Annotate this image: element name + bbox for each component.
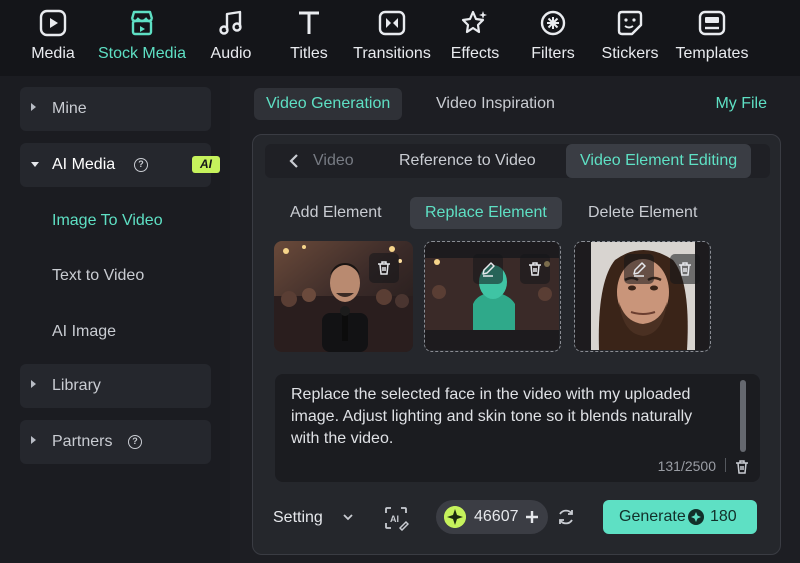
template-icon: [697, 8, 727, 38]
replace-element-button[interactable]: Replace Element: [410, 197, 562, 229]
edit-pencil-icon[interactable]: [473, 254, 503, 284]
video-thumbnail[interactable]: [274, 241, 413, 352]
svg-text:AI: AI: [390, 514, 399, 524]
toolbar-stickers[interactable]: Stickers: [601, 0, 659, 76]
sidebar-item-partners[interactable]: Partners ?: [20, 420, 211, 464]
chevron-down-icon[interactable]: [342, 511, 354, 523]
trash-icon[interactable]: [670, 254, 700, 284]
sidebar-item-ai-image[interactable]: AI Image: [52, 323, 116, 341]
ai-badge: AI: [192, 156, 220, 173]
generate-button[interactable]: Generate 180: [603, 500, 757, 534]
toolbar-media[interactable]: Media: [30, 0, 76, 76]
caret-right-icon: [31, 103, 36, 111]
setting-dropdown[interactable]: Setting: [273, 509, 323, 527]
add-element-button[interactable]: Add Element: [275, 197, 397, 229]
toolbar-audio[interactable]: Audio: [208, 0, 254, 76]
filter-icon: [538, 8, 568, 38]
chevron-left-icon[interactable]: [289, 154, 299, 168]
plus-icon[interactable]: [524, 509, 540, 525]
sidebar-item-ai-media[interactable]: AI Media ? AI: [20, 143, 220, 187]
left-sidebar: Mine AI Media ? AI Image To Video Text t…: [0, 76, 230, 563]
tab-video-element-editing[interactable]: Video Element Editing: [566, 144, 752, 178]
sidebar-item-mine[interactable]: Mine: [20, 87, 211, 131]
generation-card: Video Reference to Video Video Element E…: [252, 134, 781, 555]
divider: [725, 458, 726, 472]
transition-icon: [377, 8, 407, 38]
caret-right-icon: [31, 436, 36, 444]
prompt-text: Replace the selected face in the video w…: [291, 386, 693, 447]
toolbar-templates[interactable]: Templates: [674, 0, 750, 76]
sidebar-item-library[interactable]: Library: [20, 364, 211, 408]
credit-coin-icon: [688, 509, 704, 525]
toolbar-filters[interactable]: Filters: [530, 0, 576, 76]
toolbar-transitions[interactable]: Transitions: [352, 0, 432, 76]
scrollbar[interactable]: [740, 380, 746, 452]
my-file-link[interactable]: My File: [715, 95, 767, 113]
masked-frame-thumbnail[interactable]: [424, 241, 561, 352]
sub-tabs: Video Reference to Video Video Element E…: [265, 144, 770, 178]
clear-trash-icon[interactable]: [734, 459, 750, 475]
music-note-icon: [216, 8, 246, 38]
tab-video[interactable]: Video: [299, 144, 368, 178]
help-icon[interactable]: ?: [128, 435, 142, 449]
trash-icon[interactable]: [369, 253, 399, 283]
toolbar-effects[interactable]: Effects: [451, 0, 499, 76]
effects-star-icon: [460, 8, 490, 38]
sticker-icon: [615, 8, 645, 38]
main-panel: Video Generation Video Inspiration My Fi…: [230, 76, 800, 563]
sidebar-item-image-to-video[interactable]: Image To Video: [52, 212, 163, 230]
caret-right-icon: [31, 380, 36, 388]
text-t-icon: [294, 8, 324, 38]
tab-reference-to-video[interactable]: Reference to Video: [385, 144, 550, 178]
caret-down-icon: [31, 162, 39, 167]
ai-assist-icon[interactable]: AI: [383, 505, 409, 531]
top-toolbar: Media Stock Media Audio Titles Transitio…: [0, 0, 800, 76]
edit-pencil-icon[interactable]: [624, 254, 654, 284]
credits-balance[interactable]: 46607: [436, 500, 548, 534]
char-count: 131/2500: [657, 458, 716, 474]
stock-media-icon: [127, 8, 157, 38]
tab-video-inspiration[interactable]: Video Inspiration: [424, 88, 567, 120]
toolbar-stock-media[interactable]: Stock Media: [96, 0, 188, 76]
delete-element-button[interactable]: Delete Element: [573, 197, 712, 229]
toolbar-titles[interactable]: Titles: [287, 0, 331, 76]
sidebar-item-text-to-video[interactable]: Text to Video: [52, 267, 144, 285]
media-icon: [38, 8, 68, 38]
sparkle-coin-icon: [444, 506, 466, 528]
refresh-icon[interactable]: [556, 507, 576, 527]
tab-video-generation[interactable]: Video Generation: [254, 88, 403, 120]
uploaded-face-thumbnail[interactable]: [574, 241, 711, 352]
trash-icon[interactable]: [520, 254, 550, 284]
prompt-textarea[interactable]: Replace the selected face in the video w…: [275, 374, 760, 482]
help-icon[interactable]: ?: [134, 158, 148, 172]
